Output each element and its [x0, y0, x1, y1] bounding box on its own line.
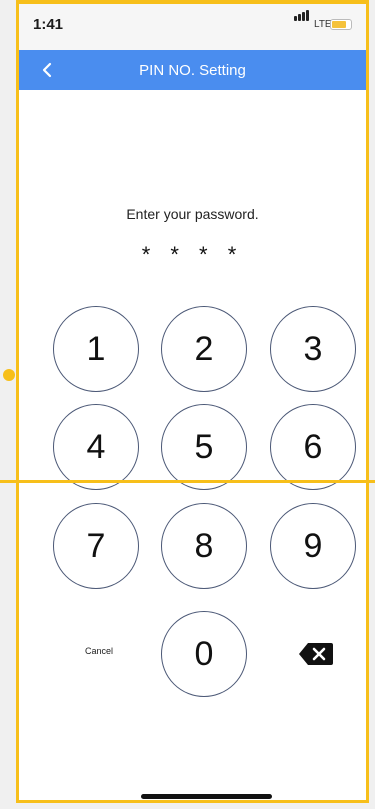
cancel-button[interactable]: Cancel [71, 646, 127, 656]
carrier-label: LTE [314, 19, 332, 30]
backspace-icon[interactable] [298, 641, 334, 667]
frame-bottom-strip [0, 803, 375, 809]
key-5[interactable]: 5 [161, 404, 247, 490]
key-6[interactable]: 6 [270, 404, 356, 490]
nav-bar: PIN NO. Setting [19, 50, 366, 90]
key-3[interactable]: 3 [270, 306, 356, 392]
key-0[interactable]: 0 [161, 611, 247, 697]
pin-display: * * * * [141, 242, 244, 267]
key-7[interactable]: 7 [53, 503, 139, 589]
frame-left-strip [0, 0, 16, 809]
annotation-marker [3, 369, 15, 381]
battery-icon [330, 19, 352, 30]
status-time: 1:41 [33, 16, 64, 33]
key-8[interactable]: 8 [161, 503, 247, 589]
key-1[interactable]: 1 [53, 306, 139, 392]
key-9[interactable]: 9 [270, 503, 356, 589]
home-indicator [141, 794, 272, 799]
key-2[interactable]: 2 [161, 306, 247, 392]
annotation-divider [0, 480, 375, 483]
password-prompt: Enter your password. [126, 206, 259, 222]
frame-right-strip [369, 0, 375, 809]
page-title: PIN NO. Setting [139, 62, 246, 79]
key-4[interactable]: 4 [53, 404, 139, 490]
